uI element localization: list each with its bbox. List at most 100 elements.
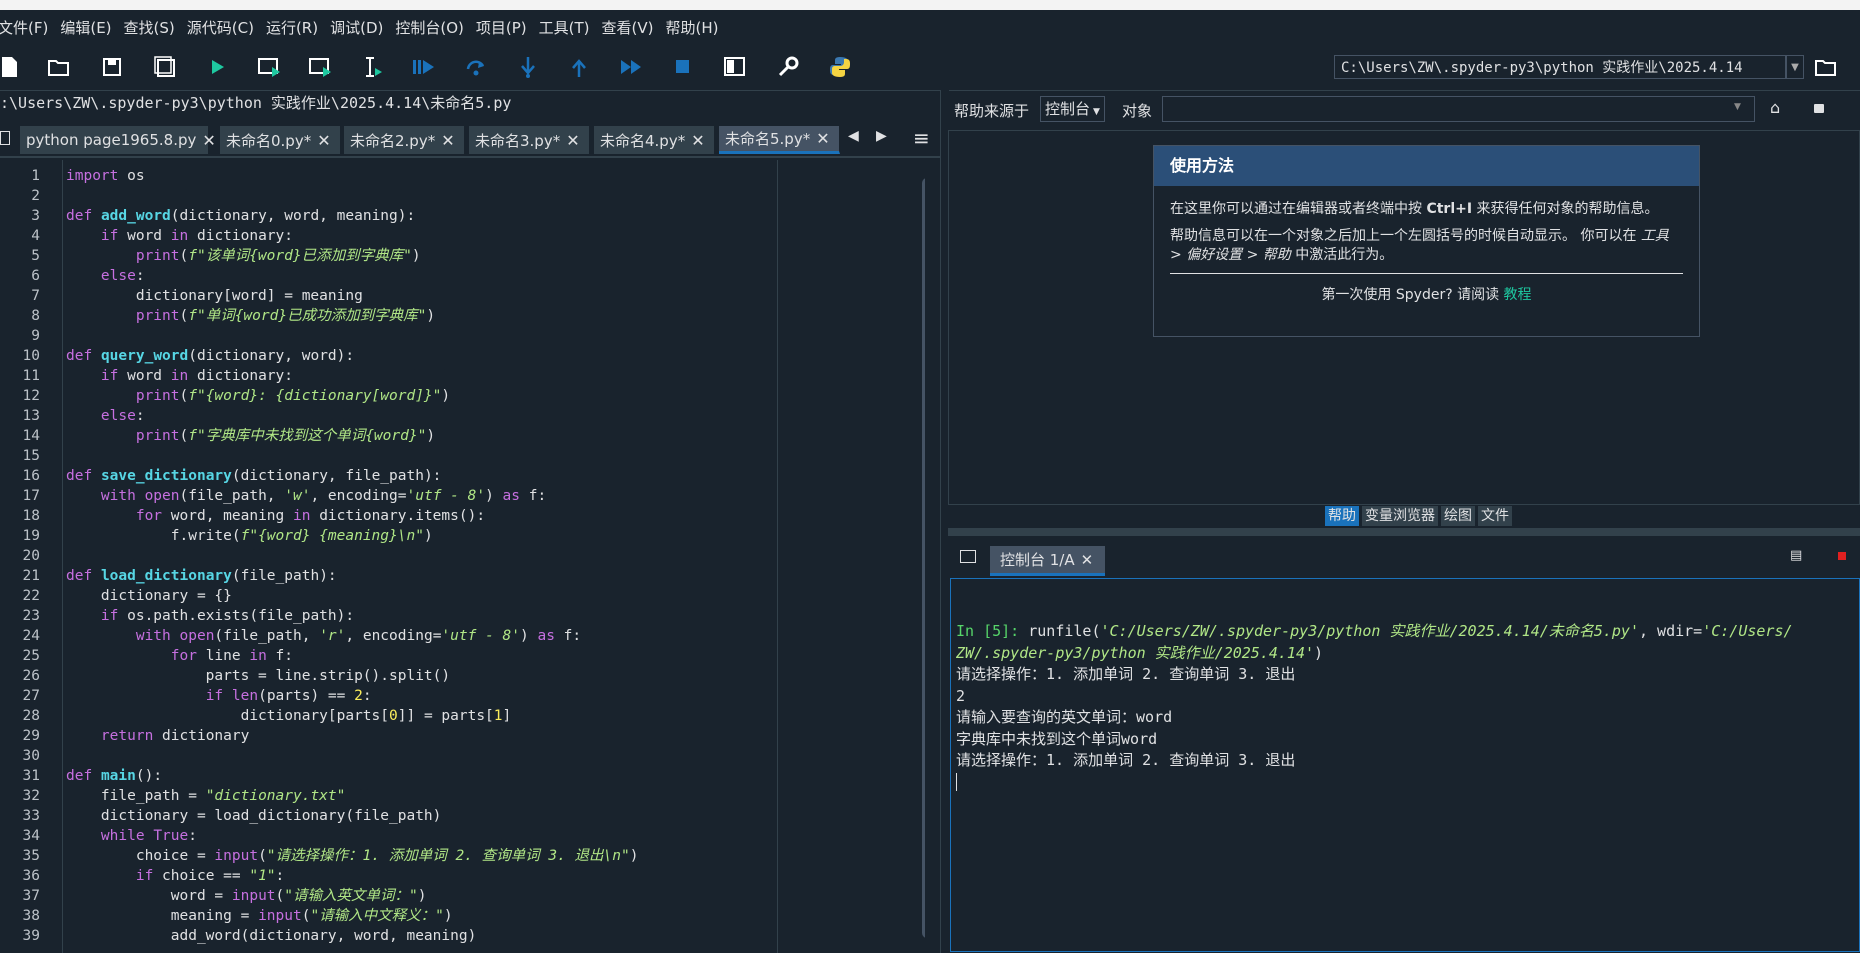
- line-number: 26: [22, 668, 40, 684]
- lock-icon[interactable]: [1814, 104, 1824, 113]
- chevron-down-icon[interactable]: ▼: [1734, 102, 1741, 112]
- line-number: 25: [22, 648, 40, 664]
- run-cell-advance-icon[interactable]: [308, 54, 334, 80]
- line-number: 22: [22, 588, 40, 604]
- menu-search[interactable]: 查找(S): [118, 17, 181, 38]
- usage-title: 使用方法: [1154, 146, 1699, 186]
- close-icon[interactable]: ✕: [691, 131, 704, 150]
- line-number: 32: [22, 788, 40, 804]
- tab-untitled5[interactable]: 未命名5.py* ✕: [719, 126, 840, 154]
- copy-icon[interactable]: ▤: [1790, 548, 1802, 563]
- continue-icon[interactable]: [618, 54, 644, 80]
- menu-help[interactable]: 帮助(H): [659, 17, 724, 38]
- close-icon[interactable]: ✕: [317, 131, 330, 150]
- step-over-icon[interactable]: [463, 54, 489, 80]
- tab-console[interactable]: 控制台 1/A ✕: [990, 546, 1105, 576]
- code-text[interactable]: import os def add_word(dictionary, word,…: [66, 166, 638, 946]
- tutorial-link[interactable]: 教程: [1504, 287, 1532, 303]
- options-menu-icon[interactable]: ≡: [913, 126, 930, 150]
- new-file-icon[interactable]: [0, 54, 22, 80]
- menu-edit[interactable]: 编辑(E): [54, 17, 117, 38]
- python-path-icon[interactable]: [827, 54, 853, 80]
- menu-source[interactable]: 源代码(C): [181, 17, 260, 38]
- wrench-icon[interactable]: [775, 54, 801, 80]
- run-selection-icon[interactable]: [360, 54, 386, 80]
- help-object-input[interactable]: [1162, 96, 1755, 122]
- ipython-console[interactable]: In [5]: runfile('C:/Users/ZW/.spyder-py3…: [950, 578, 1860, 952]
- line-number: 3: [31, 208, 40, 224]
- text-cursor: [956, 773, 957, 791]
- close-icon[interactable]: ✕: [441, 131, 454, 150]
- close-icon[interactable]: ✕: [1081, 551, 1094, 569]
- console-tab-list-icon[interactable]: [960, 550, 976, 563]
- line-number: 14: [22, 428, 40, 444]
- menu-projects[interactable]: 项目(P): [470, 17, 533, 38]
- tab-untitled3[interactable]: 未命名3.py* ✕: [469, 126, 590, 154]
- line-number: 35: [22, 848, 40, 864]
- close-icon[interactable]: ✕: [202, 131, 215, 150]
- scroll-tabs-left-icon[interactable]: ◀: [848, 128, 859, 144]
- line-number: 34: [22, 828, 40, 844]
- line-number: 4: [31, 228, 40, 244]
- line-number: 17: [22, 488, 40, 504]
- run-icon[interactable]: [205, 54, 231, 80]
- tab-untitled0[interactable]: 未命名0.py* ✕: [220, 126, 341, 154]
- help-usage-card: 使用方法 在这里你可以通过在编辑器或者终端中按 Ctrl+I 来获得任何对象的帮…: [1153, 145, 1700, 337]
- console-output[interactable]: In [5]: runfile('C:/Users/ZW/.spyder-py3…: [956, 621, 1793, 793]
- step-out-icon[interactable]: [566, 54, 592, 80]
- editor-scrollbar[interactable]: [922, 178, 925, 938]
- window-titlebar: [0, 0, 1860, 10]
- line-number: 6: [31, 268, 40, 284]
- line-number: 23: [22, 608, 40, 624]
- line-number: 20: [22, 548, 40, 564]
- scroll-tabs-right-icon[interactable]: ▶: [876, 128, 887, 144]
- menu-file[interactable]: 文件(F): [0, 17, 54, 38]
- line-number: 28: [22, 708, 40, 724]
- line-number: 7: [31, 288, 40, 304]
- working-directory-dropdown[interactable]: ▼: [1786, 55, 1804, 79]
- open-folder-icon[interactable]: [46, 54, 72, 80]
- tab-help[interactable]: 帮助: [1325, 506, 1359, 526]
- line-number-gutter: 1 2 3 4 5 6 7 8 9 10 11 12 13 14 15 16 17 18 19 20 21 22 23 24 2…: [0, 160, 63, 953]
- maximize-pane-icon[interactable]: [722, 54, 748, 80]
- working-directory-input[interactable]: C:\Users\ZW\.spyder-py3\python 实践作业\2025…: [1334, 55, 1786, 79]
- line-number: 33: [22, 808, 40, 824]
- run-cell-icon[interactable]: [257, 54, 283, 80]
- usage-para-2: 帮助信息可以在一个对象之后加上一个左圆括号的时候自动显示。 你可以在 工具 > …: [1170, 228, 1669, 263]
- menu-debug[interactable]: 调试(D): [324, 17, 389, 38]
- home-icon[interactable]: ⌂: [1770, 98, 1780, 117]
- tab-untitled4[interactable]: 未命名4.py* ✕: [594, 126, 715, 154]
- tab-plots[interactable]: 绘图: [1441, 506, 1475, 526]
- tab-python-page1965[interactable]: python page1965.8.py ✕: [20, 126, 216, 154]
- stop-icon[interactable]: [670, 54, 696, 80]
- menu-run[interactable]: 运行(R): [260, 17, 324, 38]
- help-source-select[interactable]: 控制台 ▼: [1040, 96, 1105, 122]
- browse-folder-icon[interactable]: [1813, 54, 1839, 80]
- line-number: 18: [22, 508, 40, 524]
- tab-untitled2[interactable]: 未命名2.py* ✕: [344, 126, 465, 154]
- menu-tools[interactable]: 工具(T): [533, 17, 596, 38]
- panel-tab-bar: 帮助 变量浏览器 绘图 文件: [1325, 506, 1515, 526]
- pane-splitter-horizontal[interactable]: [948, 528, 1860, 536]
- line-number: 38: [22, 908, 40, 924]
- menu-view[interactable]: 查看(V): [596, 17, 660, 38]
- debug-icon[interactable]: [411, 54, 437, 80]
- menu-consoles[interactable]: 控制台(O): [389, 17, 470, 38]
- editor-tab-bar: python page1965.8.py ✕ 未命名0.py* ✕ 未命名2.py*…: [0, 124, 940, 158]
- tab-variable-explorer[interactable]: 变量浏览器: [1362, 506, 1438, 526]
- close-icon[interactable]: ✕: [816, 129, 829, 148]
- menu-bar: 文件(F) 编辑(E) 查找(S) 源代码(C) 运行(R) 调试(D) 控制台…: [0, 10, 1860, 44]
- close-icon[interactable]: ✕: [566, 131, 579, 150]
- tab-files[interactable]: 文件: [1478, 506, 1512, 526]
- line-number: 24: [22, 628, 40, 644]
- save-icon[interactable]: [99, 54, 125, 80]
- code-editor[interactable]: 1 2 3 4 5 6 7 8 9 10 11 12 13 14 15 16 17 18 19 20 21 22 23 24 2…: [0, 160, 925, 953]
- step-into-icon[interactable]: [515, 54, 541, 80]
- stop-console-icon[interactable]: [1838, 552, 1846, 560]
- line-number: 21: [22, 568, 40, 584]
- line-number: 9: [31, 328, 40, 344]
- line-number: 19: [22, 528, 40, 544]
- editor-file-path: :\Users\ZW\.spyder-py3\python 实践作业\2025.…: [0, 94, 512, 112]
- save-all-icon[interactable]: [152, 54, 178, 80]
- tab-list-icon[interactable]: [0, 131, 10, 145]
